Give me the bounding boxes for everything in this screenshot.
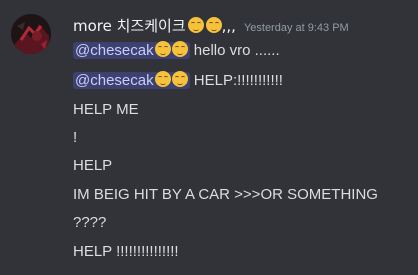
message-line: ! <box>73 127 77 149</box>
mention-text: @chesecak <box>75 72 154 89</box>
user-avatar[interactable] <box>11 14 51 54</box>
user-mention[interactable]: @chesecak <box>73 41 190 59</box>
message-header: more 치즈케이크,,, Yesterday at 9:43 PM <box>73 15 349 37</box>
message-text: HELP <box>73 157 113 174</box>
drooling-face-emoji-icon <box>171 71 188 87</box>
message-line: @chesecak HELP:!!!!!!!!!!! <box>73 70 283 92</box>
avatar-image <box>11 14 51 54</box>
user-mention[interactable]: @chesecak <box>73 71 190 89</box>
drooling-face-emoji-icon <box>205 17 222 33</box>
message-line: ???? <box>73 212 106 234</box>
message-line: @chesecak hello vro ...... <box>73 40 280 62</box>
message-text: ???? <box>73 214 107 231</box>
author-username[interactable]: more 치즈케이크,,, <box>73 15 236 36</box>
message-text: HELP !!!!!!!!!!!!!!! <box>73 243 179 260</box>
message-text: ! <box>73 129 78 146</box>
message-group: more 치즈케이크,,, Yesterday at 9:43 PM @ches… <box>0 0 418 275</box>
drooling-face-emoji-icon <box>154 41 171 57</box>
drooling-face-emoji-icon <box>154 71 171 87</box>
author-name-text: more 치즈케이크 <box>73 17 186 35</box>
message-line: IM BEIG HIT BY A CAR >>>OR SOMETHING <box>73 184 378 206</box>
message-text: hello vro ...... <box>189 42 280 59</box>
author-name-suffix: ,,, <box>221 17 236 35</box>
message-line: HELP ME <box>73 99 139 121</box>
message-text: HELP ME <box>73 101 139 118</box>
message-text: IM BEIG HIT BY A CAR >>>OR SOMETHING <box>73 186 378 203</box>
mention-text: @chesecak <box>75 42 154 59</box>
message-text: HELP:!!!!!!!!!!! <box>189 72 283 89</box>
drooling-face-emoji-icon <box>171 41 188 57</box>
drooling-face-emoji-icon <box>187 17 204 33</box>
message-line: HELP <box>73 155 112 177</box>
message-timestamp[interactable]: Yesterday at 9:43 PM <box>244 22 349 34</box>
message-line: HELP !!!!!!!!!!!!!!! <box>73 241 179 263</box>
